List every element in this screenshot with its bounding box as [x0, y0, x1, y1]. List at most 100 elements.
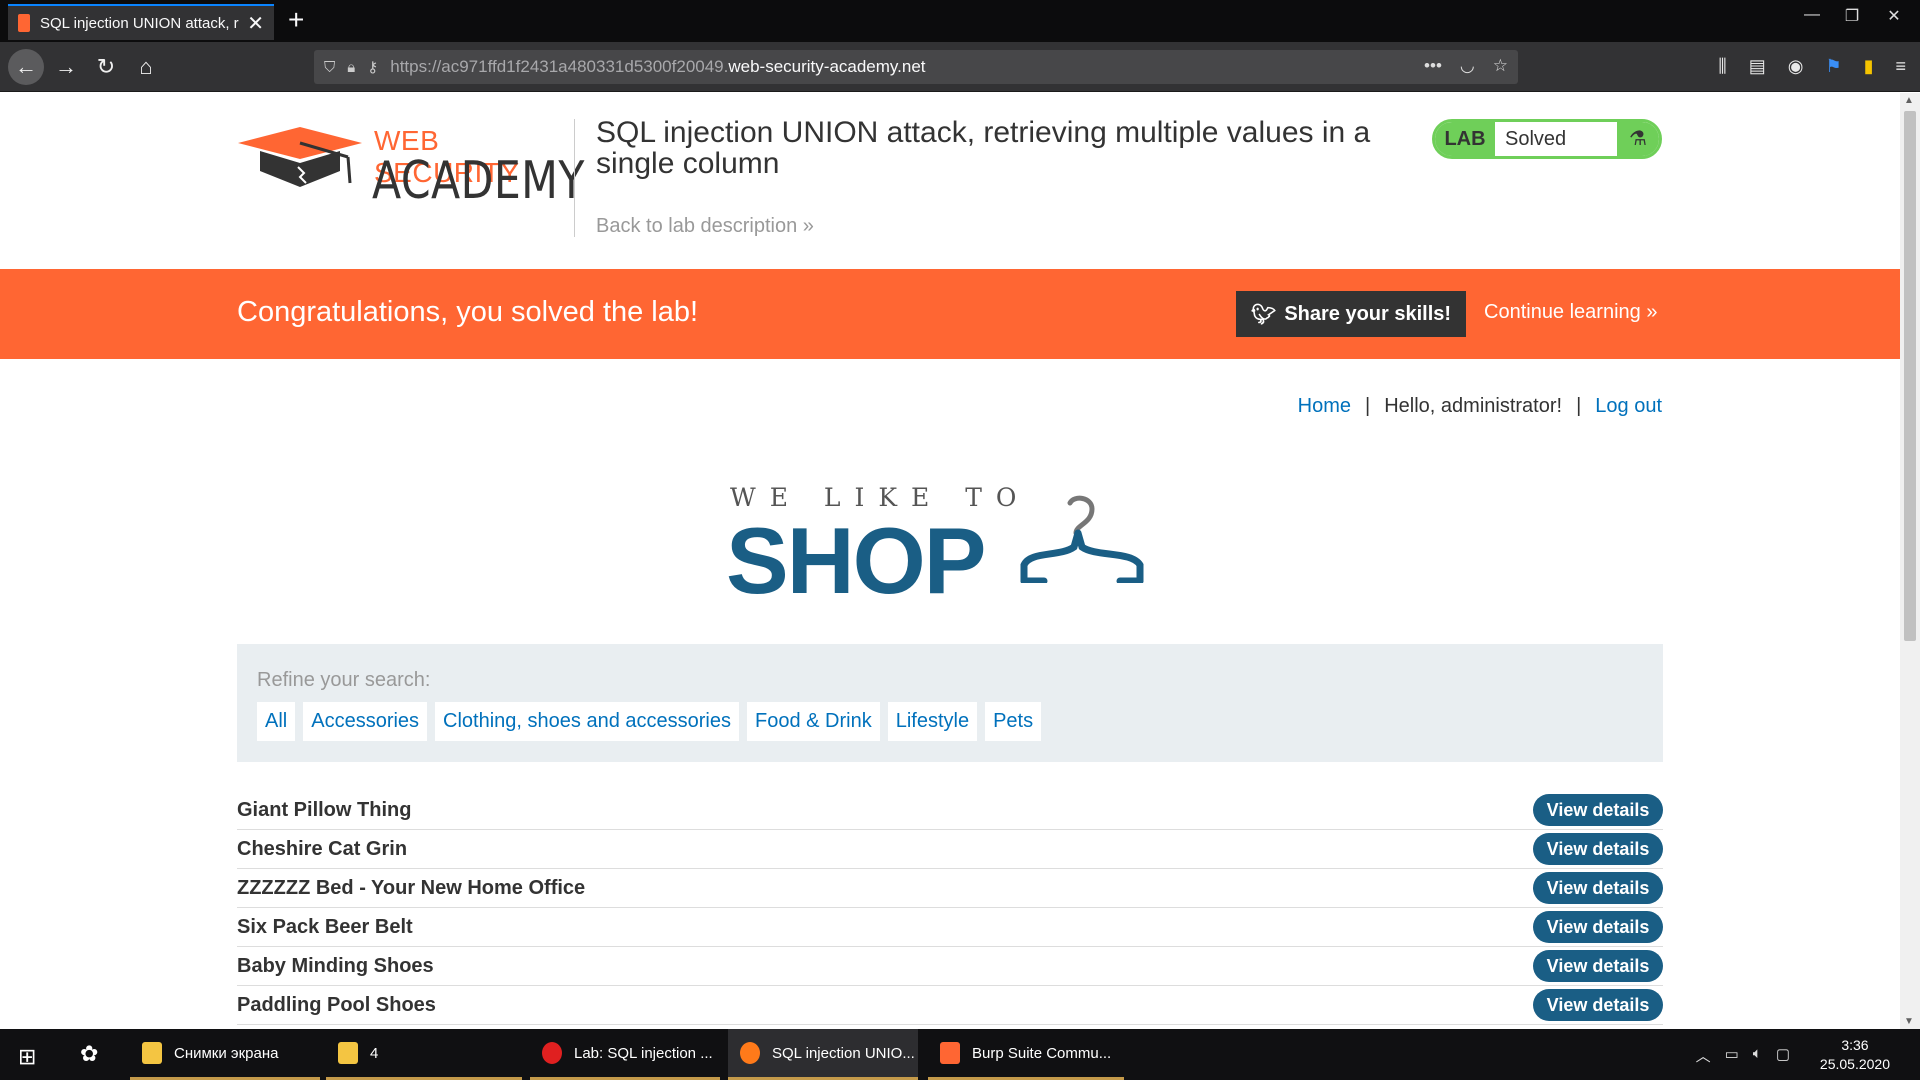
product-name: ZZZZZZ Bed - Your New Home Office: [237, 876, 586, 899]
back-to-lab-description-link[interactable]: Back to lab description »: [596, 215, 814, 238]
taskbar-item-burp[interactable]: Burp Suite Commu...: [928, 1029, 1124, 1080]
view-details-button[interactable]: View details: [1533, 950, 1663, 982]
windows-start-icon[interactable]: ⊞: [18, 1044, 36, 1070]
taskbar-label: 4: [370, 1044, 379, 1062]
scrollbar-thumb[interactable]: [1904, 111, 1916, 641]
lab-status-badge: LAB Solved ⚗: [1432, 119, 1662, 159]
product-name: Baby Minding Shoes: [237, 954, 434, 977]
taskbar-label: Lab: SQL injection ...: [574, 1044, 713, 1062]
share-skills-button[interactable]: 🐦︎ Share your skills!: [1236, 291, 1466, 337]
portswigger-favicon-icon: [18, 14, 30, 32]
system-clock[interactable]: 3:36 25.05.2020: [1820, 1036, 1890, 1074]
filter-accessories[interactable]: Accessories: [303, 702, 428, 741]
home-icon[interactable]: ⌂: [130, 51, 162, 83]
view-details-button[interactable]: View details: [1533, 989, 1663, 1021]
badge-lab-label: LAB: [1435, 122, 1495, 156]
forward-arrow-icon[interactable]: →: [50, 51, 82, 83]
lock-icon[interactable]: 🔒︎: [347, 59, 355, 76]
refine-search-panel: Refine your search: All Accessories Clot…: [237, 644, 1663, 762]
browser-navbar: ← → ↻ ⌂ ⛉ 🔒︎ ⚷ https://ac971ffd1f2431a48…: [0, 42, 1920, 92]
taskbar-item-yandex[interactable]: Lab: SQL injection ...: [530, 1029, 720, 1080]
back-arrow-icon[interactable]: ←: [8, 49, 44, 85]
nav-separator: |: [1365, 395, 1371, 417]
taskbar-item-folder-4[interactable]: 4: [326, 1029, 522, 1080]
taskbar-item-folder[interactable]: Снимки экрана: [130, 1029, 320, 1080]
taskbar-label: SQL injection UNIO...: [772, 1044, 915, 1062]
menu-icon[interactable]: ≡: [1895, 56, 1906, 77]
continue-label: Continue learning: [1484, 301, 1641, 323]
double-chevron-icon: »: [1646, 301, 1658, 323]
chevron-up-icon[interactable]: ︿: [1696, 1045, 1711, 1066]
restore-icon[interactable]: ❐: [1832, 6, 1872, 26]
product-row: Baby Minding Shoes View details: [237, 947, 1663, 986]
product-name: Paddling Pool Shoes: [237, 993, 436, 1016]
continue-learning-link[interactable]: Continue learning »: [1484, 301, 1657, 324]
new-tab-icon[interactable]: +: [288, 4, 304, 36]
view-details-button[interactable]: View details: [1533, 794, 1663, 826]
battery-icon[interactable]: ▭: [1725, 1045, 1739, 1066]
shield-icon[interactable]: ⛉: [324, 59, 335, 76]
view-details-button[interactable]: View details: [1533, 872, 1663, 904]
notifications-icon[interactable]: ▢: [1776, 1045, 1790, 1066]
back-link-label: Back to lab description: [596, 215, 798, 237]
filter-all[interactable]: All: [257, 702, 296, 741]
url-prefix: https://ac971ffd1f2431a480331d5300f20049…: [390, 57, 729, 76]
browser-tab-active[interactable]: SQL injection UNION attack, retrieving m…: [8, 4, 274, 40]
yandex-browser-icon: [542, 1042, 562, 1064]
minimize-icon[interactable]: —: [1792, 6, 1832, 24]
badge-status: Solved: [1505, 128, 1567, 150]
filter-food-drink[interactable]: Food & Drink: [747, 702, 880, 741]
folder-icon: [142, 1042, 162, 1064]
taskbar-label: Burp Suite Commu...: [972, 1044, 1112, 1062]
filter-pets[interactable]: Pets: [985, 702, 1042, 741]
shop-name: SHOP: [726, 508, 986, 613]
firefox-icon: [740, 1042, 760, 1064]
view-details-button[interactable]: View details: [1533, 911, 1663, 943]
close-tab-icon[interactable]: ✕: [247, 11, 264, 36]
product-row: Six Pack Beer Belt View details: [237, 908, 1663, 947]
view-details-button[interactable]: View details: [1533, 833, 1663, 865]
product-row: Paddling Pool Shoes View details: [237, 986, 1663, 1025]
product-row: Giant Pillow Thing View details: [237, 791, 1663, 830]
filter-clothing[interactable]: Clothing, shoes and accessories: [435, 702, 739, 741]
extension-flag-icon[interactable]: ⚑: [1825, 56, 1841, 77]
account-icon[interactable]: ◉: [1788, 56, 1804, 77]
app-pinned-icon[interactable]: ✿: [80, 1041, 98, 1067]
tab-title: SQL injection UNION attack, retrieving m…: [40, 14, 239, 32]
browser-tabbar: SQL injection UNION attack, retrieving m…: [0, 0, 1920, 42]
close-window-icon[interactable]: ✕: [1874, 6, 1914, 26]
filter-lifestyle[interactable]: Lifestyle: [887, 702, 978, 741]
product-row: ZZZZZZ Bed - Your New Home Office View d…: [237, 869, 1663, 908]
url-bar[interactable]: ⛉ 🔒︎ ⚷ https://ac971ffd1f2431a480331d530…: [314, 50, 1518, 84]
bookmark-star-icon[interactable]: ☆: [1493, 56, 1508, 76]
product-list: Giant Pillow Thing View details Cheshire…: [237, 791, 1663, 1025]
folder-icon: [338, 1042, 358, 1064]
product-name: Cheshire Cat Grin: [237, 837, 408, 860]
pocket-icon[interactable]: ◡: [1460, 56, 1475, 76]
extension-color-icon[interactable]: ▮: [1864, 56, 1874, 77]
lab-header: WEB SECURITY ACADEMY SQL injection UNION…: [236, 93, 1662, 269]
home-link[interactable]: Home: [1298, 395, 1351, 417]
shop-logo: WE LIKE TO SHOP: [726, 483, 1180, 613]
taskbar-item-firefox[interactable]: SQL injection UNIO...: [728, 1029, 918, 1080]
system-tray: ︿ ▭ 🔈︎ ▢: [1696, 1045, 1790, 1066]
url-domain: web-security-academy.net: [728, 57, 926, 76]
web-security-academy-logo[interactable]: WEB SECURITY ACADEMY: [238, 117, 584, 211]
windows-taskbar: ⊞ ✿ Снимки экрана 4 Lab: SQL injection .…: [0, 1029, 1920, 1080]
sidebar-icon[interactable]: ▤: [1749, 56, 1766, 77]
scroll-up-icon[interactable]: ▲: [1904, 95, 1914, 106]
graduation-cap-icon: [238, 127, 362, 187]
library-icon[interactable]: ⫼: [1718, 56, 1726, 77]
taskbar-label: Снимки экрана: [174, 1044, 279, 1062]
reload-icon[interactable]: ↻: [90, 51, 122, 83]
key-icon[interactable]: ⚷: [367, 58, 378, 76]
logout-link[interactable]: Log out: [1595, 395, 1662, 417]
more-actions-icon[interactable]: •••: [1424, 56, 1442, 76]
volume-icon[interactable]: 🔈︎: [1753, 1045, 1762, 1066]
account-nav: Home | Hello, administrator! | Log out: [1298, 395, 1662, 418]
greeting: Hello, administrator!: [1384, 395, 1563, 417]
page-scrollbar[interactable]: ▲ ▼: [1900, 93, 1920, 1029]
clock-date: 25.05.2020: [1819, 1056, 1890, 1072]
scroll-down-icon[interactable]: ▼: [1904, 1016, 1914, 1027]
clothes-hanger-icon: [1020, 495, 1144, 583]
